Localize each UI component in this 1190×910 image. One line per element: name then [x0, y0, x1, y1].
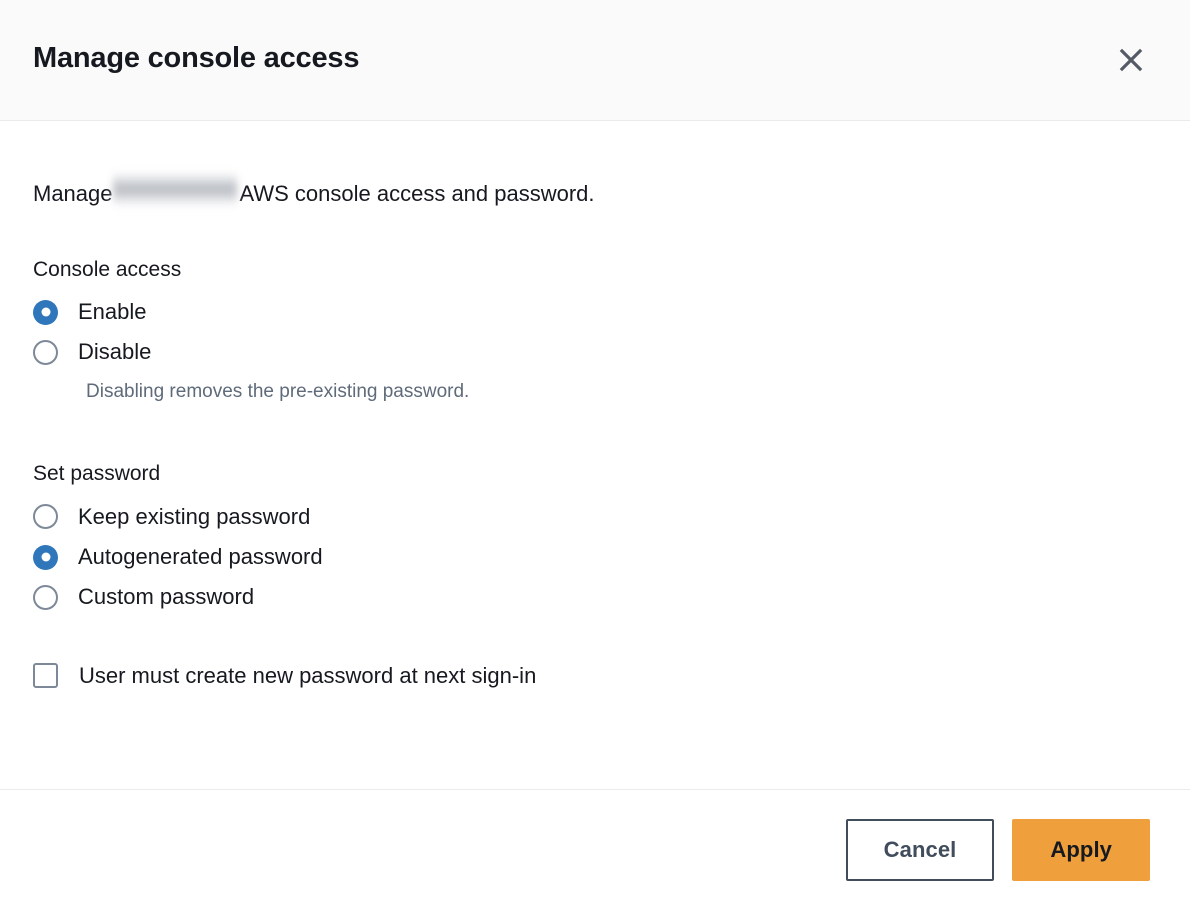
console-access-helper-text: Disabling removes the pre-existing passw… — [86, 380, 470, 402]
radio-indicator-keep-existing[interactable] — [33, 504, 58, 530]
radio-indicator-enable[interactable] — [33, 299, 58, 325]
console-access-label: Console access — [33, 257, 182, 281]
modal-body: Manage AWS console access and password. … — [0, 121, 1190, 789]
radio-custom-password[interactable]: Custom password — [33, 584, 1157, 611]
radio-label-keep-existing: Keep existing password — [78, 503, 311, 529]
radio-console-access-disable[interactable]: Disable — [33, 339, 1157, 365]
set-password-label: Set password — [33, 462, 161, 486]
redacted-username — [112, 171, 237, 207]
radio-label-disable: Disable — [78, 339, 152, 365]
page-title: Manage console access — [33, 41, 360, 74]
radio-autogenerated-password[interactable]: Autogenerated password — [33, 544, 1157, 570]
checkbox-label-force-reset: User must create new password at next si… — [79, 662, 537, 688]
radio-keep-existing-password[interactable]: Keep existing password — [33, 504, 1157, 530]
radio-indicator-autogenerated[interactable] — [33, 544, 58, 570]
radio-label-custom: Custom password — [78, 584, 255, 610]
radio-label-enable: Enable — [78, 298, 147, 324]
checkbox-indicator-force-reset[interactable] — [33, 663, 58, 689]
radio-indicator-custom[interactable] — [33, 585, 58, 611]
close-button[interactable] — [1109, 38, 1153, 82]
intro-prefix: Manage — [33, 181, 113, 206]
modal-header: Manage console access — [0, 0, 1190, 121]
manage-console-access-modal: Manage console access Manage AWS console… — [0, 0, 1190, 910]
radio-label-autogenerated: Autogenerated password — [78, 543, 323, 569]
console-access-group: Console access Enable Disable Disabling … — [33, 257, 1157, 405]
set-password-group: Set password Keep existing password Auto… — [33, 461, 1157, 611]
intro-suffix: AWS console access and password. — [239, 181, 595, 206]
cancel-button[interactable]: Cancel — [845, 819, 995, 881]
checkbox-force-password-reset[interactable]: User must create new password at next si… — [33, 663, 1157, 689]
radio-indicator-disable[interactable] — [33, 339, 58, 365]
intro-description: Manage AWS console access and password. — [33, 165, 1157, 209]
modal-footer: Cancel Apply — [0, 789, 1190, 910]
radio-console-access-enable[interactable]: Enable — [33, 299, 1157, 325]
close-x-icon — [1117, 46, 1145, 74]
apply-button[interactable]: Apply — [1012, 819, 1150, 881]
